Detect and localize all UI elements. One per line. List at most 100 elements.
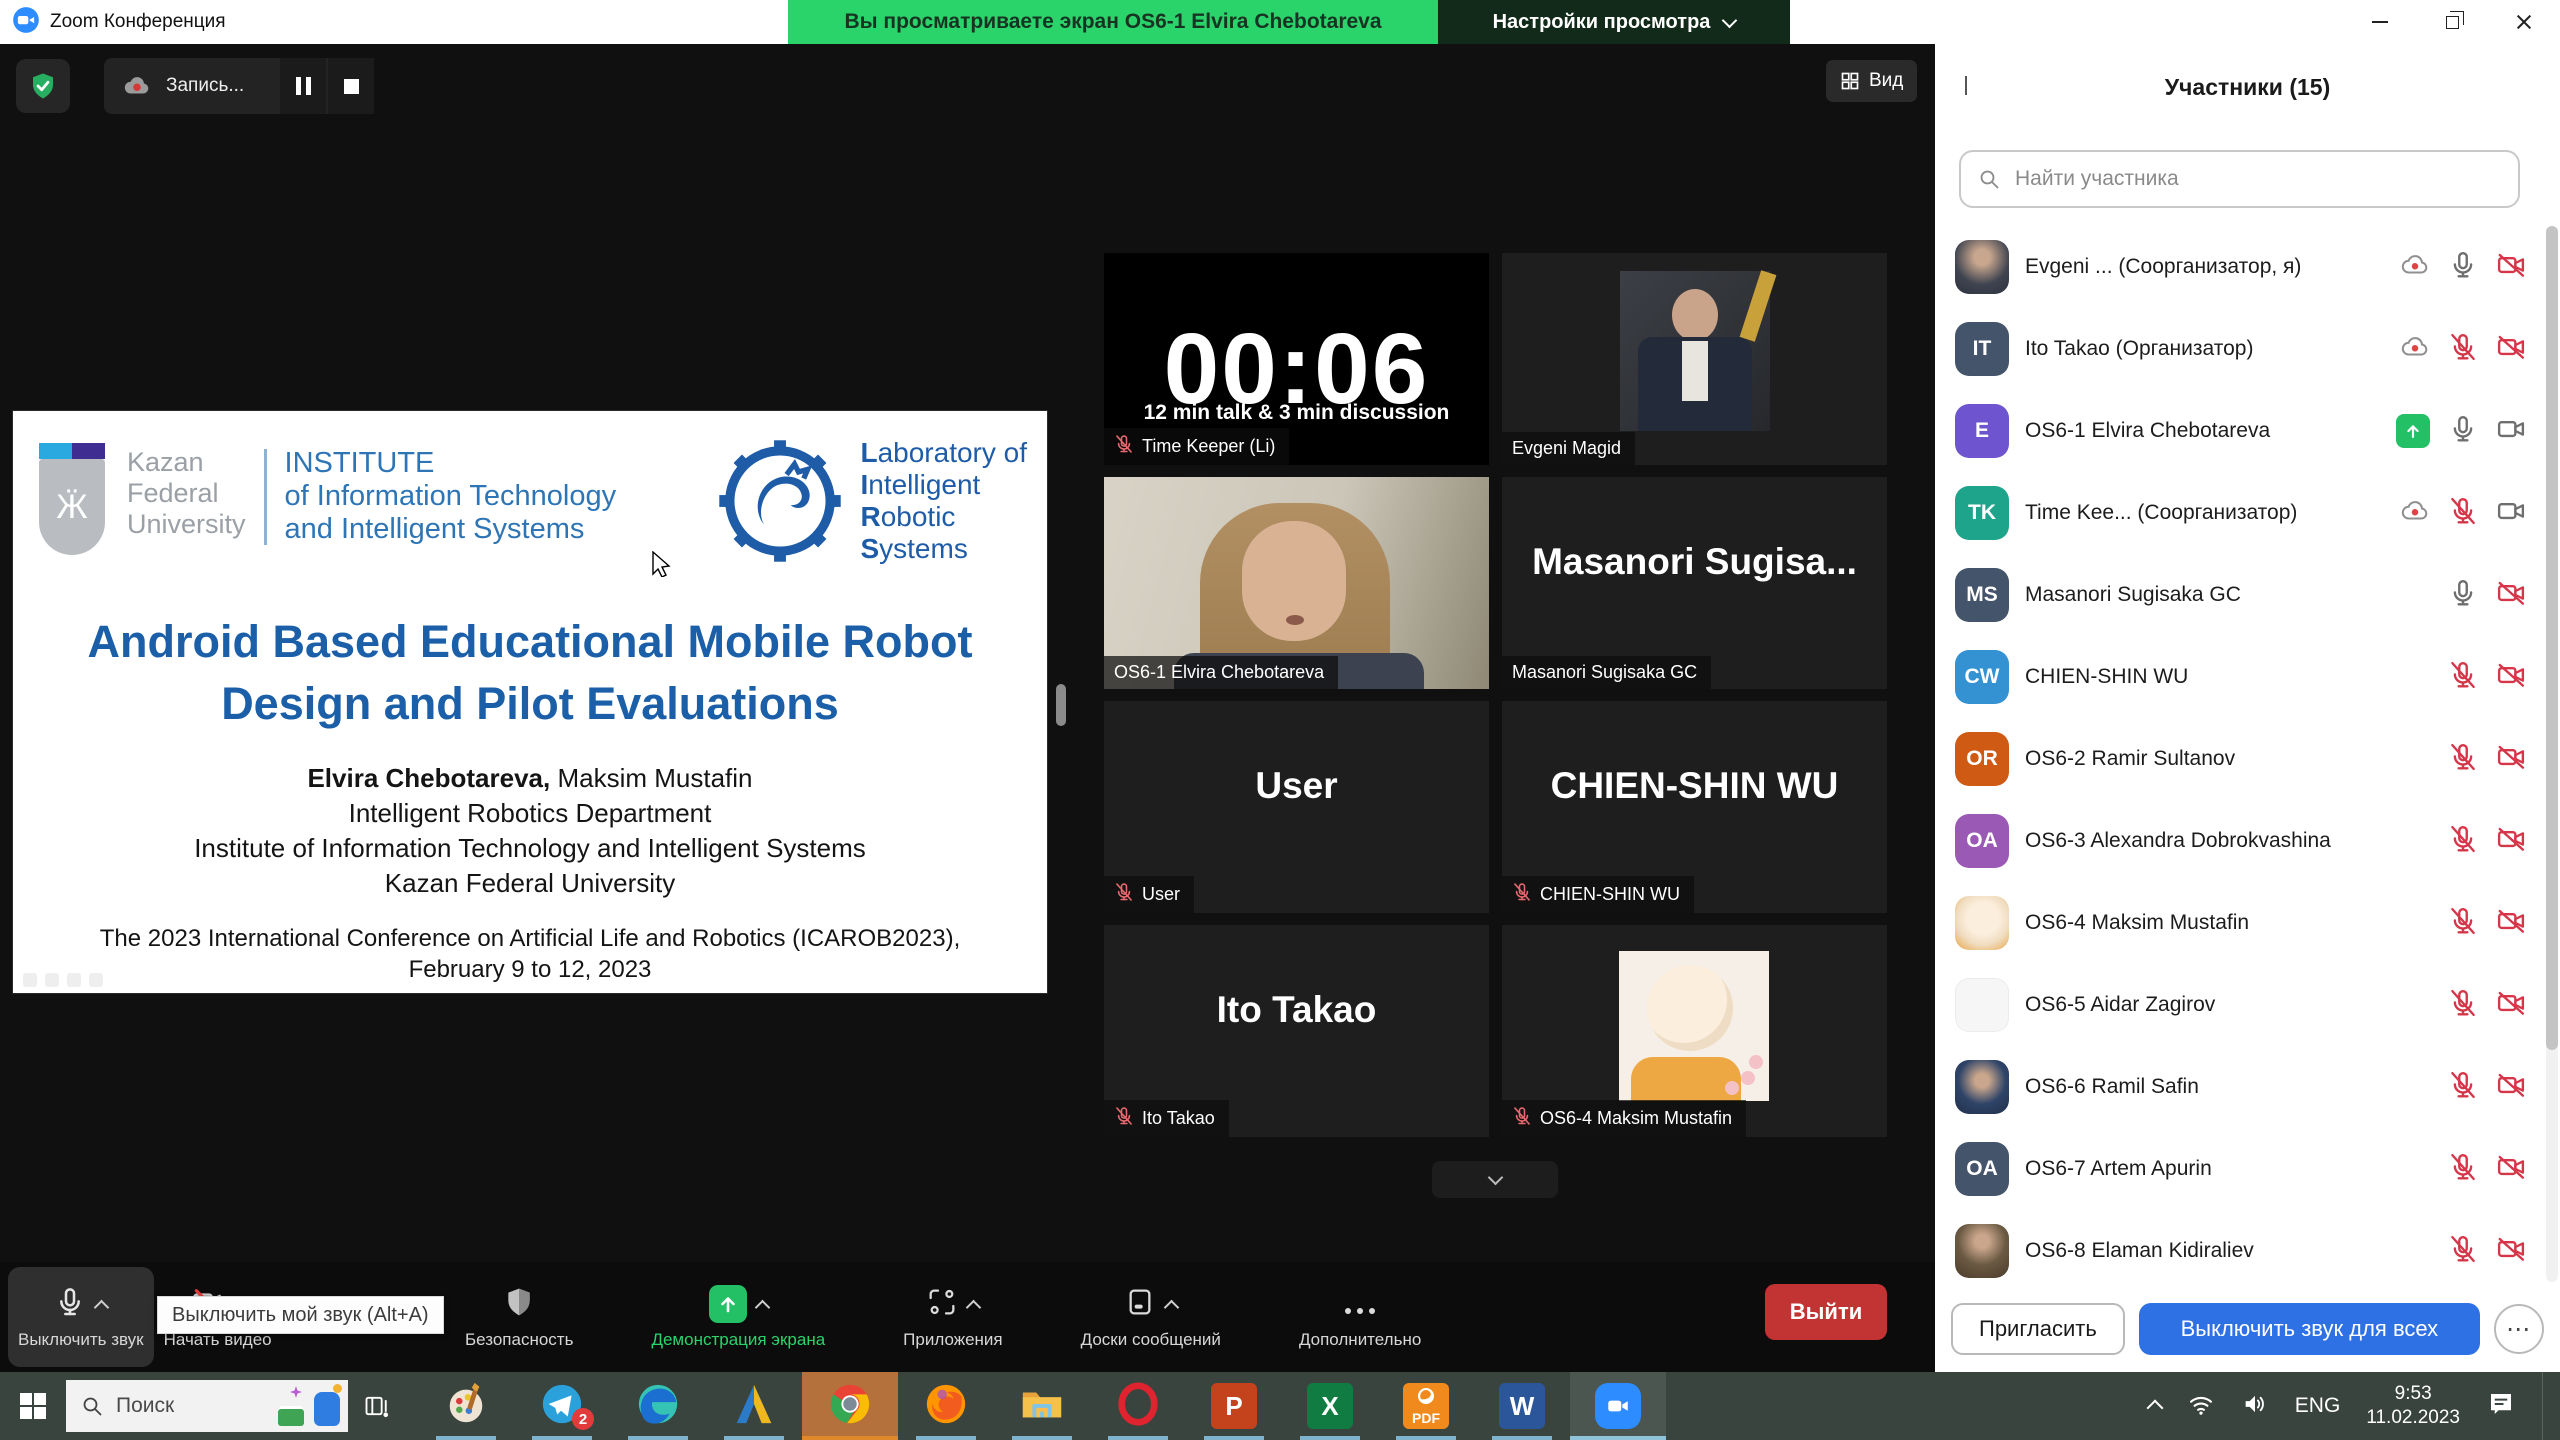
participant-row[interactable]: OS6-8 Elaman Kidiraliev [1935,1210,2544,1288]
foxit-icon: PDF [1403,1383,1449,1429]
volume-icon[interactable] [2241,1390,2269,1423]
taskbar-app-powerpoint[interactable]: P [1186,1372,1282,1440]
participant-row[interactable]: MSMasanori Sugisaka GC [1935,554,2544,636]
participant-row[interactable]: OS6-6 Ramil Safin [1935,1046,2544,1128]
chevron-up-icon[interactable] [94,1299,110,1315]
taskbar-app-firefox[interactable] [898,1372,994,1440]
video-tile-masanori-sugisaka-gc[interactable]: Masanori Sugisa...Masanori Sugisaka GC [1502,477,1887,689]
participant-row[interactable]: OAOS6-3 Alexandra Dobrokvashina [1935,800,2544,882]
participant-row[interactable]: CW CHIEN-SHIN WU [1935,636,2544,718]
notification-center-icon[interactable] [2486,1389,2516,1424]
running-indicator [436,1436,496,1440]
taskbar-app-edge[interactable] [610,1372,706,1440]
video-tile-os6-1-elvira-chebotareva[interactable]: OS6-1 Elvira Chebotareva [1104,477,1489,689]
toolbar-share-button[interactable]: Демонстрация экрана [641,1267,835,1367]
running-indicator [1492,1436,1552,1440]
video-tile-user[interactable]: User User [1104,701,1489,913]
start-button[interactable] [0,1372,66,1440]
lirs-gear-logo [714,435,846,567]
video-tile-evgeni-magid[interactable]: Evgeni Magid [1502,253,1887,465]
show-desktop-button[interactable] [2542,1372,2550,1440]
toolbar-more-button[interactable]: Дополнительно [1289,1267,1431,1367]
running-indicator [628,1436,688,1440]
video-tile-chien-shin-wu[interactable]: CHIEN-SHIN WU CHIEN-SHIN WU [1502,701,1887,913]
mouse-cursor [651,551,673,577]
video-tile-ito-takao[interactable]: Ito Takao Ito Takao [1104,925,1489,1137]
taskbar-app-paint[interactable] [418,1372,514,1440]
participant-status-icons [2396,414,2526,449]
chevron-up-icon[interactable] [966,1299,982,1315]
participant-avatar: CW [1955,650,2009,704]
toolbar-apps-button[interactable]: Приложения [893,1267,1012,1367]
participant-status-icons [2448,660,2526,695]
participant-row[interactable]: TKTime Kee... (Соорганизатор) [1935,472,2544,554]
participant-row[interactable]: OS6-4 Maksim Mustafin [1935,882,2544,964]
participants-title: Участники (15) [1935,62,2560,112]
clock[interactable]: 9:53 11.02.2023 [2366,1382,2460,1430]
chevron-down-icon [1487,1170,1503,1186]
tile-name-label: Masanori Sugisaka GC [1502,656,1711,689]
language-indicator[interactable]: ENG [2295,1394,2341,1418]
collapse-panel-button[interactable] [1965,76,1967,94]
running-indicator [1570,1436,1666,1440]
stop-recording-button[interactable] [328,58,374,114]
participant-row[interactable]: OROS6-2 Ramir Sultanov [1935,718,2544,800]
mute-all-button[interactable]: Выключить звук для всех [2139,1303,2480,1355]
toolbar-whiteboards-button[interactable]: Доски сообщений [1071,1267,1231,1367]
pause-recording-button[interactable] [280,58,326,114]
participant-search-input[interactable] [2013,166,2502,192]
view-button[interactable]: Вид [1826,60,1917,102]
participant-search[interactable] [1959,150,2520,208]
leave-meeting-button[interactable]: Выйти [1765,1284,1887,1340]
tile-name-label: CHIEN-SHIN WU [1502,876,1694,913]
participant-status-icons [2400,250,2526,285]
tile-display-name: User [1104,765,1489,807]
invite-button[interactable]: Пригласить [1951,1303,2125,1355]
taskbar-app-explorer[interactable] [994,1372,1090,1440]
search-icon [1977,167,2001,191]
meeting-toolbar: Выключить звук Начать видео Безопасность… [0,1262,1935,1372]
view-settings-button[interactable]: Настройки просмотра [1438,0,1790,44]
chevron-up-icon[interactable] [1164,1299,1180,1315]
view-settings-label: Настройки просмотра [1493,11,1711,34]
participants-scrollbar[interactable] [2546,226,2558,1282]
taskbar-app-word[interactable]: W [1474,1372,1570,1440]
security-shield-button[interactable] [16,59,70,113]
participant-row[interactable]: Evgeni ... (Соорганизатор, я) [1935,226,2544,308]
taskbar-app-excel[interactable]: X [1282,1372,1378,1440]
mic-muted-icon [1512,1106,1532,1131]
tiles-scroll-down-button[interactable] [1432,1161,1558,1198]
panel-resize-handle[interactable] [1056,684,1066,726]
taskbar-app-zoom[interactable] [1570,1372,1666,1440]
video-tile-grid: 00:06 12 min talk & 3 min discussion Tim… [1104,253,1887,1137]
toolbar-mute-button[interactable]: Выключить звук [8,1267,154,1367]
participant-row[interactable]: ITIto Takao (Организатор) [1935,308,2544,390]
taskbar-app-foxit[interactable]: PDF [1378,1372,1474,1440]
taskbar-app-opera[interactable] [1090,1372,1186,1440]
apps-icon [926,1286,958,1323]
participant-row[interactable]: EOS6-1 Elvira Chebotareva [1935,390,2544,472]
participants-more-button[interactable]: ⋯ [2494,1304,2544,1354]
taskbar-app-chrome[interactable] [802,1372,898,1440]
taskbar-app-abbyy[interactable] [706,1372,802,1440]
chevron-up-icon[interactable] [755,1299,771,1315]
close-button[interactable] [2488,0,2560,44]
window-titlebar: Zoom Конференция Вы просматриваете экран… [0,0,2560,44]
taskbar-search[interactable]: Поиск [66,1380,348,1432]
minimize-button[interactable] [2344,0,2416,44]
taskbar-app-telegram[interactable]: 2 [514,1372,610,1440]
toolbar-security-button[interactable]: Безопасность [455,1267,583,1367]
participant-name: CHIEN-SHIN WU [2025,665,2432,689]
tile-display-name: CHIEN-SHIN WU [1502,765,1887,807]
video-tile-time-keeper-li-[interactable]: 00:06 12 min talk & 3 min discussion Tim… [1104,253,1489,465]
video-tile-os6-4-maksim-mustafin[interactable]: OS6-4 Maksim Mustafin [1502,925,1887,1137]
wifi-icon[interactable] [2187,1390,2215,1423]
camera-off-icon [2496,1070,2526,1105]
abbyy-icon [731,1381,777,1432]
task-view-button[interactable] [348,1372,406,1440]
participant-row[interactable]: OS6-5 Aidar Zagirov [1935,964,2544,1046]
participant-row[interactable]: OAOS6-7 Artem Apurin [1935,1128,2544,1210]
restore-button[interactable] [2416,0,2488,44]
scrollbar-thumb[interactable] [2546,226,2558,1050]
tray-expand-icon[interactable] [2146,1400,2163,1417]
